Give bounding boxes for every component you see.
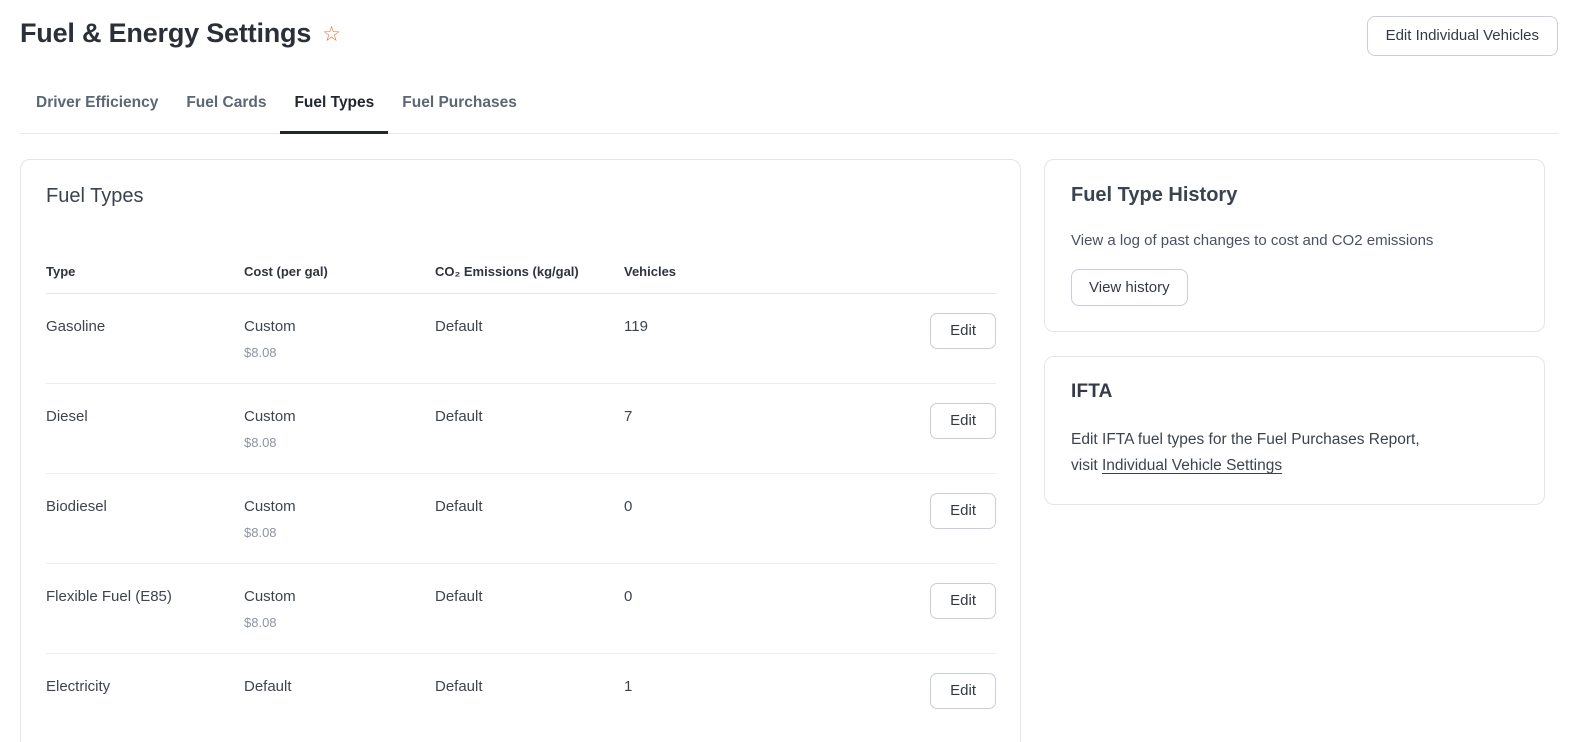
- table-row-flexible-fuel: Flexible Fuel (E85) Custom $8.08 Default…: [46, 564, 996, 654]
- cost-amount: $8.08: [244, 525, 435, 540]
- fuel-types-table: Type Cost (per gal) CO₂ Emissions (kg/ga…: [46, 264, 996, 742]
- fuel-cost-cell: Custom $8.08: [244, 408, 435, 450]
- fuel-types-card: Fuel Types Type Cost (per gal) CO₂ Emiss…: [20, 159, 1021, 742]
- edit-individual-vehicles-button[interactable]: Edit Individual Vehicles: [1367, 16, 1558, 56]
- emissions-value: Default: [435, 408, 624, 427]
- fuel-type-history-title: Fuel Type History: [1071, 184, 1518, 207]
- ifta-description: Edit IFTA fuel types for the Fuel Purcha…: [1071, 427, 1518, 479]
- column-header-cost: Cost (per gal): [244, 264, 435, 279]
- cost-value: Default: [244, 678, 435, 697]
- vehicles-count: 0: [624, 588, 936, 607]
- tab-fuel-types[interactable]: Fuel Types: [280, 94, 388, 133]
- tab-driver-efficiency[interactable]: Driver Efficiency: [22, 94, 172, 133]
- page-header: Fuel & Energy Settings ☆ Edit Individual…: [0, 0, 1582, 56]
- ifta-title: IFTA: [1071, 381, 1518, 403]
- edit-button[interactable]: Edit: [930, 403, 996, 439]
- table-row-gasoline: Gasoline Custom $8.08 Default 119 Edit: [46, 294, 996, 384]
- cost-value: Custom: [244, 408, 435, 427]
- title-group: Fuel & Energy Settings ☆: [20, 18, 341, 49]
- favorite-star-icon[interactable]: ☆: [322, 24, 341, 45]
- vehicles-count: 1: [624, 678, 936, 697]
- cost-value: Custom: [244, 498, 435, 517]
- cost-value: Custom: [244, 318, 435, 337]
- ifta-description-line1: Edit IFTA fuel types for the Fuel Purcha…: [1071, 427, 1518, 453]
- emissions-value: Default: [435, 588, 624, 607]
- side-panel: Fuel Type History View a log of past cha…: [1044, 159, 1545, 505]
- table-row-diesel: Diesel Custom $8.08 Default 7 Edit: [46, 384, 996, 474]
- fuel-type-name: Gasoline: [46, 318, 244, 337]
- fuel-energy-settings-page: Fuel & Energy Settings ☆ Edit Individual…: [0, 0, 1582, 742]
- column-header-vehicles: Vehicles: [624, 264, 936, 279]
- individual-vehicle-settings-link[interactable]: Individual Vehicle Settings: [1102, 457, 1282, 474]
- fuel-cost-cell: Custom $8.08: [244, 318, 435, 360]
- emissions-value: Default: [435, 498, 624, 517]
- column-header-emissions: CO₂ Emissions (kg/gal): [435, 264, 624, 279]
- vehicles-count: 0: [624, 498, 936, 517]
- vehicles-count: 7: [624, 408, 936, 427]
- cost-amount: $8.08: [244, 615, 435, 630]
- edit-button[interactable]: Edit: [930, 673, 996, 709]
- ifta-card: IFTA Edit IFTA fuel types for the Fuel P…: [1044, 356, 1545, 505]
- edit-button[interactable]: Edit: [930, 583, 996, 619]
- fuel-type-name: Biodiesel: [46, 498, 244, 517]
- ifta-description-line2: visit Individual Vehicle Settings: [1071, 453, 1518, 479]
- fuel-cost-cell: Custom $8.08: [244, 498, 435, 540]
- cost-amount: $8.08: [244, 435, 435, 450]
- fuel-cost-cell: Default: [244, 678, 435, 705]
- fuel-cost-cell: Custom $8.08: [244, 588, 435, 630]
- ifta-description-prefix: visit: [1071, 457, 1102, 474]
- tab-fuel-purchases[interactable]: Fuel Purchases: [388, 94, 531, 133]
- page-title: Fuel & Energy Settings: [20, 18, 311, 49]
- cost-value: Custom: [244, 588, 435, 607]
- table-row-biodiesel: Biodiesel Custom $8.08 Default 0 Edit: [46, 474, 996, 564]
- table-header-row: Type Cost (per gal) CO₂ Emissions (kg/ga…: [46, 264, 996, 294]
- edit-button[interactable]: Edit: [930, 313, 996, 349]
- view-history-button[interactable]: View history: [1071, 269, 1188, 306]
- emissions-value: Default: [435, 678, 624, 697]
- fuel-type-name: Electricity: [46, 678, 244, 697]
- cost-amount: $8.08: [244, 345, 435, 360]
- content-area: Fuel Types Type Cost (per gal) CO₂ Emiss…: [0, 134, 1582, 742]
- column-header-type: Type: [46, 264, 244, 279]
- fuel-type-history-description: View a log of past changes to cost and C…: [1071, 230, 1518, 252]
- tab-fuel-cards[interactable]: Fuel Cards: [172, 94, 280, 133]
- edit-button[interactable]: Edit: [930, 493, 996, 529]
- tab-bar: Driver Efficiency Fuel Cards Fuel Types …: [20, 94, 1558, 134]
- fuel-type-name: Diesel: [46, 408, 244, 427]
- fuel-type-history-card: Fuel Type History View a log of past cha…: [1044, 159, 1545, 332]
- fuel-type-name: Flexible Fuel (E85): [46, 588, 244, 607]
- fuel-types-card-title: Fuel Types: [46, 185, 995, 208]
- emissions-value: Default: [435, 318, 624, 337]
- table-row-electricity: Electricity Default Default 1 Edit: [46, 654, 996, 742]
- vehicles-count: 119: [624, 318, 936, 337]
